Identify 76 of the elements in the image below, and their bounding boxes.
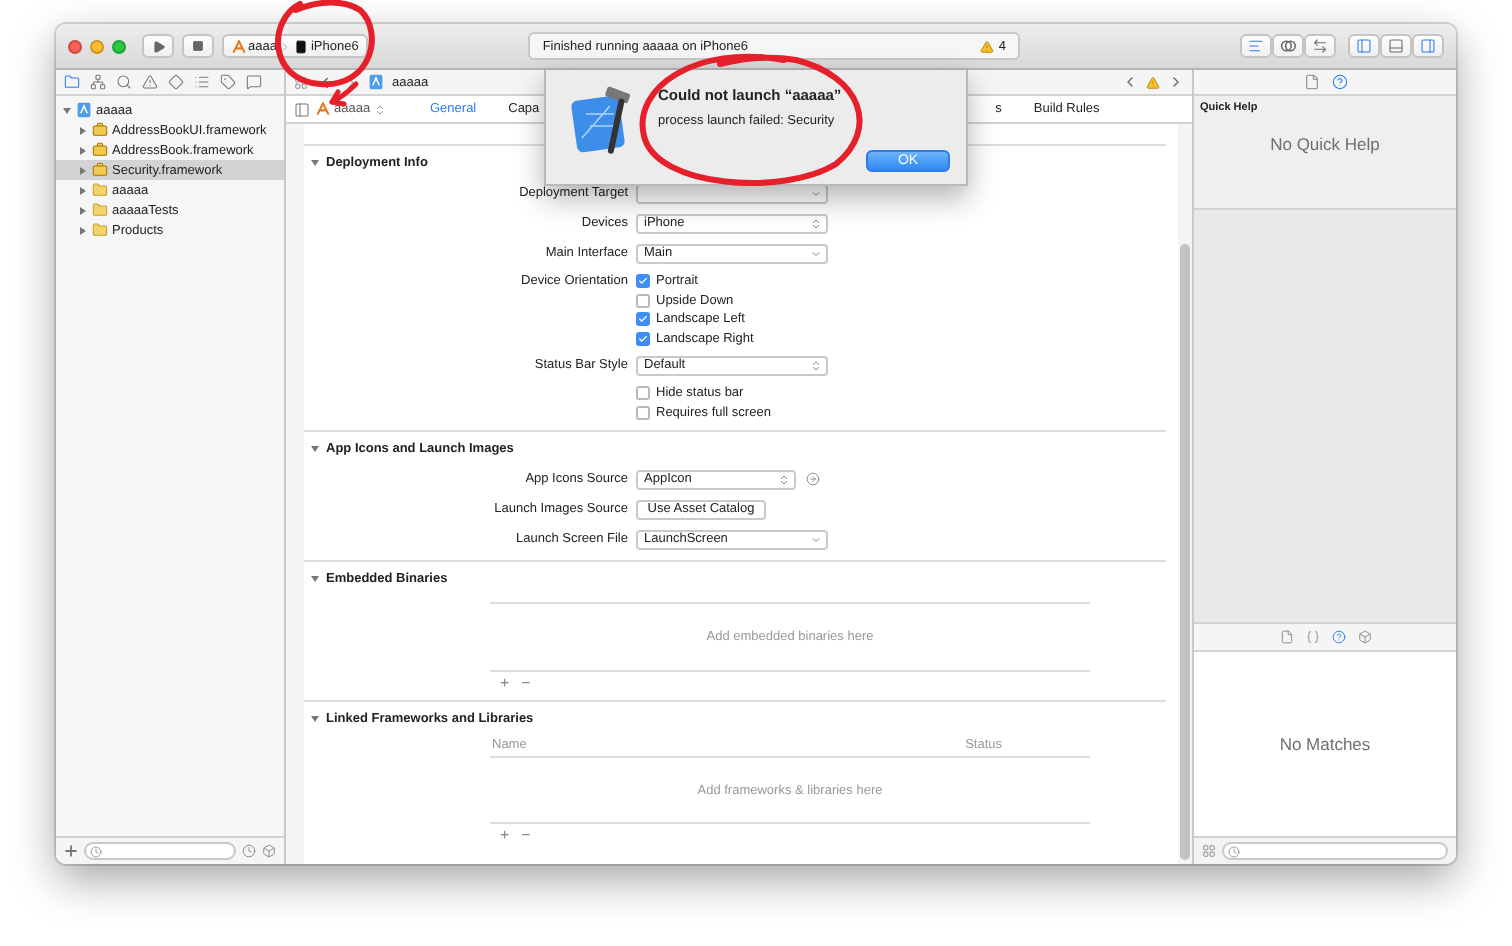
grid-icon bbox=[1202, 844, 1216, 858]
chevron-down-icon bbox=[810, 187, 822, 199]
next-issue-button[interactable] bbox=[1168, 74, 1184, 90]
add-button[interactable]: + bbox=[500, 826, 510, 844]
clock-icon bbox=[242, 844, 256, 858]
file-icon bbox=[1303, 74, 1319, 90]
empty-message: No Quick Help bbox=[1268, 134, 1382, 154]
chevron-right-icon bbox=[278, 39, 293, 53]
lines-icon bbox=[1248, 38, 1264, 54]
disclosure-triangle-icon[interactable] bbox=[78, 125, 88, 135]
filter-field[interactable] bbox=[84, 842, 236, 860]
play-icon bbox=[151, 39, 165, 53]
checkmark-icon bbox=[638, 276, 648, 287]
phone-icon bbox=[294, 39, 309, 53]
bottom-panel-icon bbox=[1388, 38, 1404, 54]
diamond-icon bbox=[168, 74, 184, 90]
disclosure-triangle-icon[interactable] bbox=[310, 157, 320, 167]
list-icon bbox=[194, 74, 210, 90]
disclosure-triangle-icon[interactable] bbox=[78, 205, 88, 215]
disclosure-triangle-icon[interactable] bbox=[78, 185, 88, 195]
app-icon bbox=[316, 102, 330, 116]
project-file-icon bbox=[76, 102, 92, 118]
braces-icon bbox=[1305, 630, 1319, 644]
speech-bubble-icon bbox=[246, 74, 262, 90]
close-button[interactable] bbox=[68, 39, 82, 53]
file-icon bbox=[1279, 630, 1293, 644]
briefcase-icon bbox=[92, 122, 108, 138]
hierarchy-icon bbox=[90, 74, 106, 90]
standard-editor-button[interactable] bbox=[1240, 34, 1272, 58]
folder-icon bbox=[92, 202, 108, 218]
grid-icon bbox=[294, 75, 308, 89]
overlapping-circles-icon bbox=[1280, 38, 1296, 54]
stop-icon bbox=[192, 40, 204, 52]
empty-message: No Matches bbox=[1279, 734, 1371, 754]
search-icon bbox=[116, 74, 132, 90]
sidebar-icon bbox=[294, 101, 310, 117]
app-icon bbox=[232, 39, 246, 53]
assistant-editor-button[interactable] bbox=[1272, 34, 1304, 58]
run-button[interactable] bbox=[142, 34, 174, 58]
folder-icon bbox=[92, 222, 108, 238]
remove-button[interactable]: − bbox=[521, 674, 531, 692]
tag-icon bbox=[220, 74, 236, 90]
disclosure-triangle-icon[interactable] bbox=[310, 443, 320, 453]
warning-icon bbox=[980, 39, 995, 53]
navigator-toggle-button[interactable] bbox=[1348, 34, 1380, 58]
help-icon bbox=[1331, 74, 1347, 90]
annotation-arrow bbox=[329, 81, 359, 107]
version-editor-button[interactable] bbox=[1304, 34, 1336, 58]
disclosure-triangle-icon[interactable] bbox=[78, 165, 88, 175]
folder-icon bbox=[64, 74, 80, 90]
left-panel-icon bbox=[1356, 38, 1372, 54]
right-panel-icon bbox=[1420, 38, 1436, 54]
stop-button[interactable] bbox=[182, 34, 214, 58]
zoom-button[interactable] bbox=[112, 39, 126, 53]
arrows-icon bbox=[1312, 38, 1328, 54]
disclosure-triangle-icon[interactable] bbox=[78, 145, 88, 155]
debug-area-toggle-button[interactable] bbox=[1380, 34, 1412, 58]
remove-button[interactable]: − bbox=[521, 826, 531, 844]
minimize-button[interactable] bbox=[90, 39, 104, 53]
chevron-down-icon bbox=[810, 247, 822, 259]
previous-issue-button[interactable] bbox=[1122, 74, 1138, 90]
warning-icon bbox=[1146, 75, 1160, 89]
filter-field[interactable] bbox=[1222, 842, 1448, 860]
utilities-toggle-button[interactable] bbox=[1412, 34, 1444, 58]
briefcase-icon bbox=[92, 162, 108, 178]
folder-icon bbox=[92, 182, 108, 198]
add-button[interactable]: + bbox=[500, 674, 510, 692]
chevron-down-icon bbox=[810, 533, 822, 545]
warning-icon bbox=[142, 74, 158, 90]
add-icon[interactable] bbox=[64, 844, 78, 858]
disclosure-triangle-icon[interactable] bbox=[62, 105, 72, 115]
disclosure-triangle-icon[interactable] bbox=[78, 225, 88, 235]
box-icon bbox=[262, 844, 276, 858]
disclosure-triangle-icon[interactable] bbox=[310, 713, 320, 723]
briefcase-icon bbox=[92, 142, 108, 158]
disclosure-triangle-icon[interactable] bbox=[310, 573, 320, 583]
